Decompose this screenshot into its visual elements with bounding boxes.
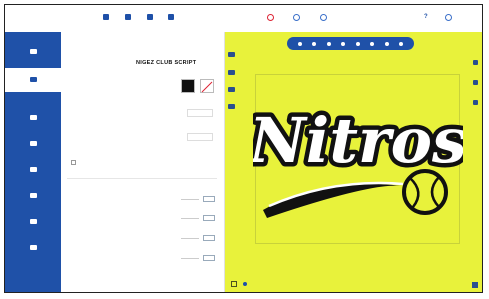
file-button[interactable] [103, 14, 111, 20]
redo-button[interactable] [293, 14, 302, 21]
row-slider[interactable] [181, 199, 199, 200]
shape-tool-icon[interactable] [228, 87, 235, 92]
zoom-box-icon [231, 281, 237, 287]
nitros-design[interactable]: Nitros [253, 94, 463, 229]
align-icon[interactable] [341, 41, 346, 46]
object-toolbar [287, 37, 414, 50]
sidebar-item-add-layers[interactable] [5, 158, 61, 182]
grid-icon [168, 14, 174, 20]
sidebar-item-templates[interactable] [5, 40, 61, 64]
fit-icon[interactable] [473, 100, 478, 105]
finish-icon [29, 244, 37, 250]
font-name-value[interactable]: NIGEZ CLUB SCRIPT [136, 60, 196, 66]
weight-dropdown[interactable] [187, 109, 213, 117]
row-slider[interactable] [181, 258, 199, 259]
duplicate-icon[interactable] [355, 41, 360, 46]
flip-icon[interactable] [370, 41, 375, 46]
mirror-icon [29, 218, 37, 224]
grid-button[interactable] [168, 14, 176, 20]
redo-icon [293, 14, 300, 21]
sidebar-item-add-text[interactable] [5, 106, 61, 130]
zoom-control[interactable] [231, 281, 247, 287]
preview-button[interactable] [320, 14, 329, 21]
file-icon [103, 14, 109, 20]
sidebar-item-edit[interactable] [5, 68, 61, 92]
design-canvas[interactable]: Nitros [225, 32, 482, 292]
canvas-settings-icon[interactable] [472, 282, 478, 288]
pen-tool-icon[interactable] [228, 104, 235, 109]
sidebar-item-mirror[interactable] [5, 210, 61, 234]
undo-button[interactable] [267, 14, 276, 21]
account-icon [445, 14, 452, 21]
add-clipart-icon [29, 140, 37, 146]
templates-icon [29, 48, 37, 54]
upload-icon [29, 192, 37, 198]
add-text-icon [29, 114, 37, 120]
row-value[interactable] [203, 215, 215, 221]
preview-icon [320, 14, 327, 21]
left-sidebar [5, 32, 61, 292]
layer-icon[interactable] [326, 41, 331, 46]
row-value[interactable] [203, 235, 215, 241]
row-slider[interactable] [181, 218, 199, 219]
sidebar-item-upload[interactable] [5, 184, 61, 208]
zoom-in-icon[interactable] [473, 60, 478, 65]
edit-icon [29, 76, 37, 82]
account-button[interactable] [445, 14, 454, 21]
image-icon [147, 14, 153, 20]
row-value[interactable] [203, 196, 215, 202]
image-button[interactable] [147, 14, 155, 20]
sidebar-item-finish[interactable] [5, 236, 61, 260]
help-button[interactable]: ? [424, 14, 428, 20]
no-fill-icon [201, 81, 213, 93]
app-window: ? NIGEZ CLUB SCRIPT Nitros [4, 4, 483, 293]
height-dropdown[interactable] [187, 133, 213, 141]
checkbox[interactable] [71, 160, 76, 165]
properties-panel: NIGEZ CLUB SCRIPT [61, 32, 225, 292]
zoom-out-icon[interactable] [473, 80, 478, 85]
move-icon[interactable] [297, 41, 302, 46]
zoom-tool-icon[interactable] [228, 70, 235, 75]
row-slider[interactable] [181, 238, 199, 239]
save-icon [125, 14, 131, 20]
no-color-swatch[interactable] [200, 79, 214, 93]
save-button[interactable] [125, 14, 133, 20]
sidebar-item-add-clipart[interactable] [5, 132, 61, 156]
lock-icon[interactable] [384, 41, 389, 46]
softball-icon [402, 169, 448, 215]
row-value[interactable] [203, 255, 215, 261]
color-swatch[interactable] [181, 79, 195, 93]
select-tool-icon[interactable] [228, 52, 235, 57]
delete-icon[interactable] [399, 41, 404, 46]
design-text: Nitros [253, 104, 463, 177]
top-toolbar: ? [5, 5, 482, 33]
rotate-icon[interactable] [312, 41, 317, 46]
undo-icon [267, 14, 274, 21]
add-layers-icon [29, 166, 37, 172]
divider [67, 178, 217, 179]
zoom-dot-icon [243, 282, 247, 286]
